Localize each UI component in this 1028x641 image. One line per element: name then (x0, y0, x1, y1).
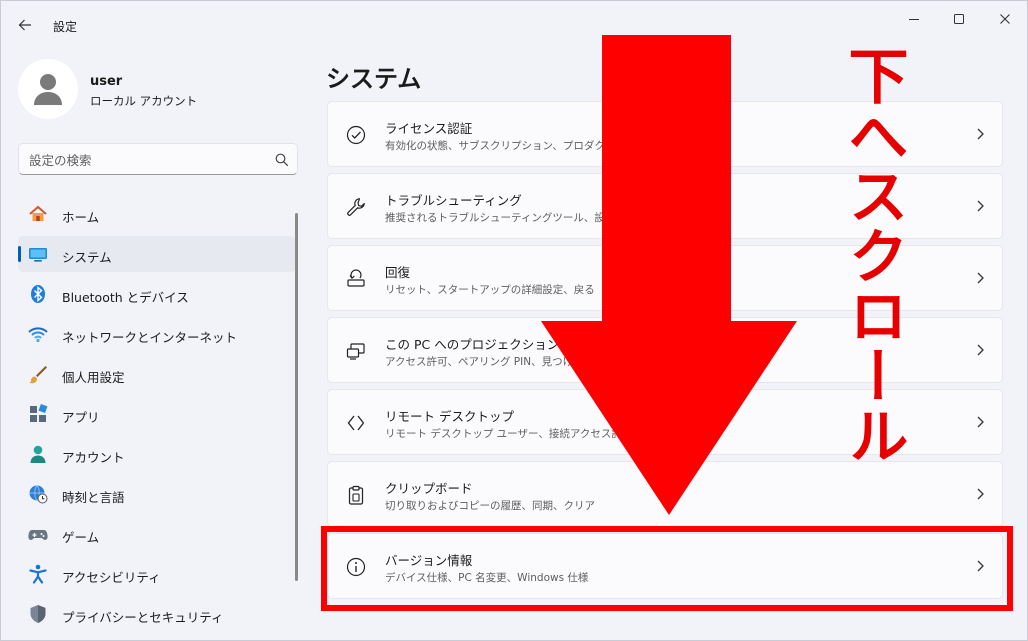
card-description: アクセス許可、ペアリング PIN、見つけやすさ (385, 356, 605, 368)
card-clipboard[interactable]: クリップボード 切り取りおよびコピーの履歴、同期、クリア (327, 461, 1003, 527)
settings-window: 設定 user ローカル アカウント ホーム (0, 0, 1028, 641)
sidebar-item-accounts[interactable]: アカウント (18, 436, 296, 472)
scroll-down-annotation: 下へスクロール (838, 45, 908, 465)
apps-icon (28, 404, 48, 424)
card-about[interactable]: バージョン情報 デバイス仕様、PC 名変更、Windows 仕様 (327, 533, 1003, 599)
user-icon (34, 74, 62, 105)
chevron-right-icon (977, 200, 984, 212)
wifi-icon (28, 324, 48, 344)
search-input[interactable] (29, 150, 269, 170)
minimize-button[interactable] (892, 5, 936, 33)
back-arrow-icon (18, 19, 31, 31)
sidebar-item-gaming[interactable]: ゲーム (18, 516, 296, 552)
accessibility-icon (28, 564, 48, 584)
card-description: 推奨されるトラブルシューティングツール、設定、履歴 (385, 212, 647, 224)
account-icon (28, 444, 48, 464)
card-title: バージョン情報 (385, 553, 473, 568)
info-icon (345, 556, 367, 578)
globe-clock-icon (28, 484, 48, 504)
card-description: 切り取りおよびコピーの履歴、同期、クリア (385, 500, 595, 512)
projection-icon (345, 340, 367, 362)
close-icon (1000, 14, 1010, 24)
chevron-right-icon (977, 560, 984, 572)
card-title: ライセンス認証 (385, 121, 473, 136)
maximize-icon (954, 14, 964, 24)
card-title: 回復 (385, 265, 411, 280)
sidebar-scrollbar[interactable] (295, 213, 298, 581)
user-name: user (90, 74, 123, 89)
brush-icon (28, 364, 48, 384)
minimize-icon (909, 19, 919, 20)
bluetooth-icon (28, 284, 48, 304)
card-description: デバイス仕様、PC 名変更、Windows 仕様 (385, 572, 589, 584)
sidebar-nav: ホーム システム Bluetooth とデバイス ネットワークとインターネット (18, 196, 296, 636)
search-box (18, 143, 298, 175)
recovery-icon (345, 268, 367, 290)
card-description: 有効化の状態、サブスクリプション、プロダクト キー (385, 140, 640, 152)
card-description: リモート デスクトップ ユーザー、接続アクセス許可 (385, 428, 633, 440)
check-circle-icon (345, 124, 367, 146)
chevron-right-icon (977, 488, 984, 500)
avatar[interactable] (18, 59, 78, 119)
back-button[interactable] (11, 11, 39, 39)
wrench-icon (345, 196, 367, 218)
maximize-button[interactable] (937, 5, 981, 33)
remote-desktop-icon (345, 412, 367, 434)
gamepad-icon (28, 524, 48, 544)
shield-icon (28, 604, 48, 624)
card-title: トラブルシューティング (385, 193, 522, 208)
sidebar-item-time-language[interactable]: 時刻と言語 (18, 476, 296, 512)
card-title: この PC へのプロジェクション (385, 337, 560, 352)
title-bar: 設定 (1, 1, 1028, 41)
card-title: クリップボード (385, 481, 473, 496)
sidebar-item-accessibility[interactable]: アクセシビリティ (18, 556, 296, 592)
sidebar-item-system[interactable]: システム (18, 236, 296, 272)
clipboard-icon (345, 484, 367, 506)
home-icon (28, 204, 48, 224)
system-icon (28, 244, 48, 264)
chevron-right-icon (977, 128, 984, 140)
sidebar-item-personalization[interactable]: 個人用設定 (18, 356, 296, 392)
search-icon[interactable] (274, 152, 290, 168)
sidebar-item-bluetooth[interactable]: Bluetooth とデバイス (18, 276, 296, 312)
sidebar-item-network[interactable]: ネットワークとインターネット (18, 316, 296, 352)
sidebar-item-apps[interactable]: アプリ (18, 396, 296, 432)
sidebar-item-privacy[interactable]: プライバシーとセキュリティ (18, 596, 296, 632)
page-title: システム (326, 65, 422, 93)
app-title: 設定 (53, 20, 78, 34)
selection-indicator (18, 246, 21, 262)
sidebar-item-home[interactable]: ホーム (18, 196, 296, 232)
chevron-right-icon (977, 272, 984, 284)
chevron-right-icon (977, 344, 984, 356)
card-title: リモート デスクトップ (385, 409, 514, 424)
close-button[interactable] (983, 5, 1027, 33)
card-description: リセット、スタートアップの詳細設定、戻る (385, 284, 595, 296)
chevron-right-icon (977, 416, 984, 428)
account-type: ローカル アカウント (90, 94, 198, 108)
